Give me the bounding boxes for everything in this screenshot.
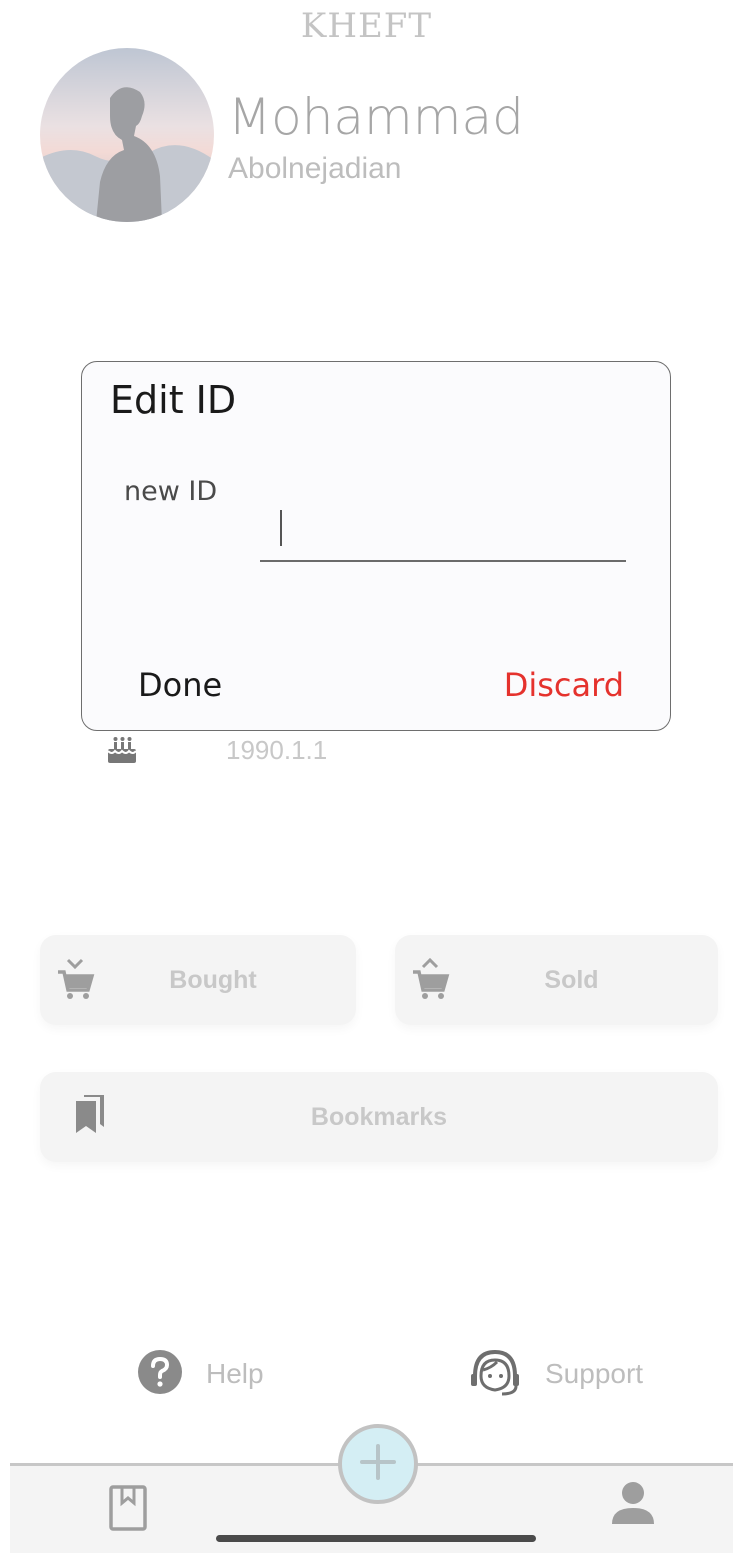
support-label: Support [545, 1358, 644, 1389]
cake-icon [104, 735, 140, 765]
help-circle-icon [136, 1348, 184, 1400]
edit-id-dialog: Edit ID new ID Done Discard [81, 361, 671, 731]
cart-up-icon [411, 954, 451, 1006]
profile-last-name: Abolnejadian [228, 152, 402, 185]
help-link[interactable]: Help [136, 1350, 264, 1398]
add-button[interactable] [338, 1424, 418, 1504]
discard-button[interactable]: Discard [504, 666, 624, 704]
bookmarks-label: Bookmarks [310, 1102, 448, 1131]
bought-button[interactable]: Bought [40, 935, 356, 1025]
bookmarks-icon [70, 1093, 110, 1141]
birthday-value: 1990.1.1 [226, 734, 328, 765]
done-button[interactable]: Done [138, 666, 222, 704]
profile-first-name: Mohammad [228, 88, 524, 146]
birthday-row: 1990.1.1 [104, 730, 327, 770]
new-id-input[interactable] [260, 502, 626, 562]
help-label: Help [206, 1358, 264, 1389]
text-caret [280, 510, 282, 546]
avatar[interactable] [40, 48, 214, 222]
person-icon[interactable] [610, 1480, 656, 1530]
sold-button[interactable]: Sold [395, 935, 718, 1025]
home-indicator[interactable] [216, 1535, 536, 1542]
plus-icon [358, 1442, 398, 1486]
cart-down-icon [56, 954, 96, 1006]
dialog-title: Edit ID [110, 378, 237, 422]
headset-icon [467, 1346, 523, 1402]
support-link[interactable]: Support [467, 1349, 644, 1398]
app-title: KHEFT [300, 6, 433, 46]
new-id-label: new ID [124, 476, 218, 507]
bookmarks-button[interactable]: Bookmarks [40, 1072, 718, 1162]
bookmark-outline-icon[interactable] [108, 1484, 148, 1536]
